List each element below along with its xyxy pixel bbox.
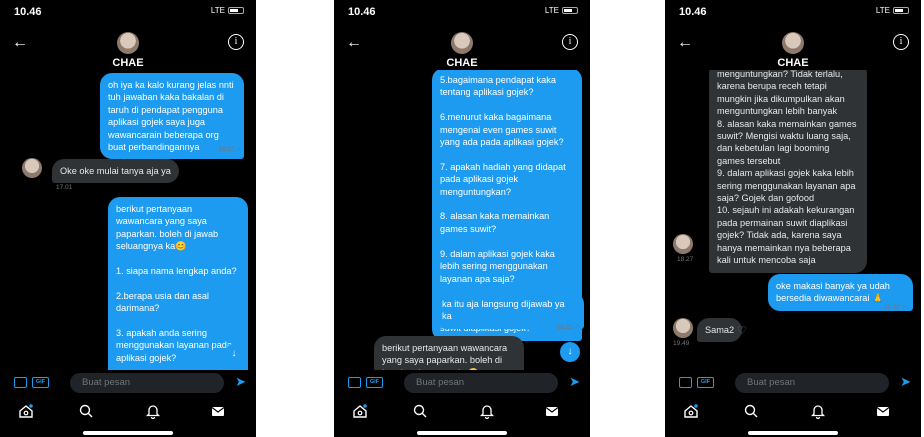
mail-icon[interactable]	[875, 403, 891, 419]
scroll-down-icon[interactable]: ↓	[224, 344, 244, 364]
scroll-down-icon[interactable]: ↓	[560, 342, 580, 362]
info-icon[interactable]: i	[228, 34, 244, 50]
mail-icon[interactable]	[210, 403, 226, 419]
gif-icon[interactable]: GIF	[366, 377, 383, 388]
message-time: 18.22 ✓	[556, 324, 580, 331]
contact-name: CHAE	[446, 57, 478, 69]
bell-icon[interactable]	[479, 403, 495, 419]
message-time: 17.01	[56, 184, 73, 191]
message-time: 19.49	[673, 340, 690, 347]
status-time: 10.46	[679, 6, 707, 18]
message-composer: GIF ➤	[0, 372, 256, 396]
chat-header: ← CHAE i	[665, 24, 921, 70]
status-time: 10.46	[14, 6, 42, 18]
chat-header: ← CHAE i	[0, 24, 256, 70]
message-time: 16.27 ✓	[218, 146, 242, 153]
message-composer: GIF ➤	[334, 372, 590, 396]
contact-name: CHAE	[777, 57, 809, 69]
message-bubble-received[interactable]: Oke oke mulai tanya aja ya	[52, 159, 179, 184]
network-label: LTE	[210, 6, 225, 15]
status-bar: 10.46 LTE	[679, 6, 909, 20]
info-icon[interactable]: i	[893, 34, 909, 50]
bottom-nav	[665, 400, 921, 424]
phone-screen-1: 10.46 LTE ← CHAE i oh iya ka kalo kurang…	[0, 0, 256, 437]
home-icon[interactable]	[352, 403, 368, 419]
contact-name: CHAE	[112, 57, 144, 69]
message-composer: GIF ➤	[665, 372, 921, 396]
message-list[interactable]: 5.bagaimana pendapat kaka tentang aplika…	[334, 70, 590, 370]
mail-icon[interactable]	[544, 403, 560, 419]
status-bar: 10.46 LTE	[14, 6, 244, 20]
bottom-nav	[0, 400, 256, 424]
message-time: 18.27	[677, 256, 694, 263]
heart-icon[interactable]: ♡	[737, 324, 747, 337]
battery-icon	[893, 7, 909, 14]
message-time: 18.32 ✓	[883, 304, 907, 311]
gif-icon[interactable]: GIF	[32, 377, 49, 388]
avatar[interactable]	[782, 32, 804, 54]
message-bubble-sent[interactable]: berikut pertanyaan wawancara yang saya p…	[108, 197, 248, 370]
gif-icon[interactable]: GIF	[697, 377, 714, 388]
status-bar: 10.46 LTE	[348, 6, 578, 20]
info-icon[interactable]: i	[562, 34, 578, 50]
phone-screen-2: 10.46 LTE ← CHAE i 5.bagaimana pendapat …	[334, 0, 590, 437]
network-label: LTE	[544, 6, 559, 15]
image-icon[interactable]	[348, 377, 361, 388]
avatar[interactable]	[673, 318, 693, 338]
battery-icon	[228, 7, 244, 14]
image-icon[interactable]	[14, 377, 27, 388]
avatar[interactable]	[673, 234, 693, 254]
bell-icon[interactable]	[810, 403, 826, 419]
home-indicator	[83, 431, 173, 435]
avatar[interactable]	[451, 32, 473, 54]
message-input[interactable]	[404, 373, 558, 393]
back-arrow-icon[interactable]: ←	[677, 34, 693, 52]
send-icon[interactable]: ➤	[569, 374, 580, 390]
avatar[interactable]	[22, 158, 42, 178]
back-arrow-icon[interactable]: ←	[12, 34, 28, 52]
network-label: LTE	[875, 6, 890, 15]
image-icon[interactable]	[679, 377, 692, 388]
message-input[interactable]	[70, 373, 224, 393]
message-bubble-received[interactable]: Sama2	[697, 318, 743, 343]
search-icon[interactable]	[78, 403, 94, 419]
message-bubble-received[interactable]: berikut pertanyaan wawancara yang saya p…	[374, 336, 524, 370]
send-icon[interactable]: ➤	[235, 374, 246, 390]
message-list[interactable]: menguntungkan? Tidak terlalu, karena ber…	[665, 70, 921, 370]
home-icon[interactable]	[18, 403, 34, 419]
bell-icon[interactable]	[145, 403, 161, 419]
phone-screen-3: 10.46 LTE ← CHAE i menguntungkan? Tidak …	[665, 0, 921, 437]
send-icon[interactable]: ➤	[900, 374, 911, 390]
message-input[interactable]	[735, 373, 889, 393]
message-bubble-received[interactable]: menguntungkan? Tidak terlalu, karena ber…	[709, 70, 867, 273]
bottom-nav	[334, 400, 590, 424]
home-indicator	[748, 431, 838, 435]
search-icon[interactable]	[412, 403, 428, 419]
battery-icon	[562, 7, 578, 14]
avatar[interactable]	[117, 32, 139, 54]
message-list[interactable]: oh iya ka kalo kurang jelas nnti tuh jaw…	[0, 70, 256, 370]
search-icon[interactable]	[743, 403, 759, 419]
chat-header: ← CHAE i	[334, 24, 590, 70]
home-icon[interactable]	[683, 403, 699, 419]
home-indicator	[417, 431, 507, 435]
back-arrow-icon[interactable]: ←	[346, 34, 362, 52]
status-time: 10.46	[348, 6, 376, 18]
